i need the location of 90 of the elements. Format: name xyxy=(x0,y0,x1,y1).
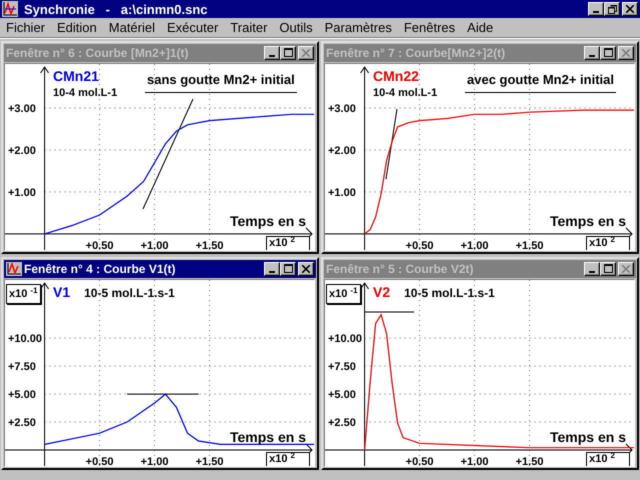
unit-label: 10-5 mol.L-1.s-1 xyxy=(84,286,175,300)
maximize-icon xyxy=(284,264,292,274)
minimize-icon xyxy=(589,54,595,57)
level-line-drawing xyxy=(364,311,414,312)
minimize-icon xyxy=(269,270,275,273)
unit-label: 10-4 mol.L-1 xyxy=(373,86,438,99)
window-title: Fenêtre n° 4 : Courbe V1(t) xyxy=(24,262,176,276)
close-button[interactable] xyxy=(618,46,634,60)
menu-item[interactable]: Traiter xyxy=(224,18,274,36)
axis-title: Temps en s xyxy=(230,212,306,229)
note-label: avec goutte Mn2+ initial xyxy=(465,72,616,93)
minimize-button[interactable] xyxy=(264,262,280,276)
maximize-button[interactable] xyxy=(600,262,616,276)
close-icon xyxy=(626,5,634,13)
tick-label: +1.00 xyxy=(460,240,488,250)
maximize-button[interactable] xyxy=(600,46,616,60)
tick-label: +0.50 xyxy=(406,240,434,250)
tick-label: +1.00 xyxy=(460,456,488,466)
tick-label: +7.50 xyxy=(8,360,36,373)
tick-label: +3.00 xyxy=(8,102,36,115)
maximize-icon xyxy=(284,48,292,58)
minimize-button[interactable] xyxy=(584,46,600,60)
unit-label: 10-5 mol.L-1.s-1 xyxy=(404,286,495,300)
unit-label: 10-4 mol.L-1 xyxy=(53,86,118,99)
minimize-icon xyxy=(589,270,595,273)
close-icon xyxy=(302,264,310,273)
window-title-bar[interactable]: Fenêtre n° 4 : Courbe V1(t) xyxy=(4,260,316,278)
window-title: Fenêtre n° 5 : Courbe V2t) xyxy=(326,262,474,276)
menu-item[interactable]: Matériel xyxy=(102,18,162,36)
minimize-button[interactable] xyxy=(588,2,604,16)
tick-label: +0.50 xyxy=(406,456,434,466)
tick-label: +5.00 xyxy=(8,388,36,401)
menu-item[interactable]: Paramètres xyxy=(318,18,398,36)
close-icon xyxy=(622,48,630,57)
tick-label: +3.00 xyxy=(328,102,356,115)
tick-label: +7.50 xyxy=(328,360,356,373)
menu-item[interactable]: Aide xyxy=(461,18,500,36)
tick-label: +0.50 xyxy=(86,240,114,250)
menu-item[interactable]: Exécuter xyxy=(161,18,224,36)
menu-item[interactable]: Edition xyxy=(51,18,103,36)
tick-label: +1.00 xyxy=(8,186,36,199)
minimize-icon xyxy=(593,11,599,13)
tick-label: +1.00 xyxy=(328,186,356,199)
tick-label: +1.00 xyxy=(140,456,168,466)
minimize-button[interactable] xyxy=(264,46,280,60)
maximize-icon xyxy=(604,264,612,274)
close-button[interactable] xyxy=(298,46,314,60)
tick-label: +1.50 xyxy=(516,456,544,466)
graph-icon xyxy=(6,262,22,276)
curve-name: V2 xyxy=(373,284,390,300)
scale-factor: x10 $^{-1}$ xyxy=(6,284,41,304)
window-title: Synchronie - a:\cinmn0.snc xyxy=(24,2,208,16)
tick-label: +0.50 xyxy=(86,456,114,466)
window-title: Fenêtre n° 6 : Courbe [Mn2+]1(t) xyxy=(6,46,190,60)
tick-label: +10.00 xyxy=(8,332,42,345)
tick-label: +2.50 xyxy=(8,416,36,429)
tick-label: +1.50 xyxy=(196,240,224,250)
curve-name: CMn22 xyxy=(373,68,420,84)
axis-title: Temps en s xyxy=(550,212,626,229)
curve-name: CMn21 xyxy=(53,68,100,84)
menu-item[interactable]: Fichier xyxy=(0,18,52,36)
restore-button[interactable] xyxy=(604,2,620,16)
axis-title: Temps en s xyxy=(550,428,626,445)
axis-title: Temps en s xyxy=(230,428,306,445)
note-label: sans goutte Mn2+ initial xyxy=(145,72,297,93)
tick-label: +2.50 xyxy=(328,416,356,429)
close-button[interactable] xyxy=(618,262,634,276)
close-button[interactable] xyxy=(622,2,638,16)
restore-icon xyxy=(608,4,616,14)
maximize-button[interactable] xyxy=(280,262,296,276)
tick-label: +5.00 xyxy=(328,388,356,401)
close-button[interactable] xyxy=(298,262,314,276)
minimize-button[interactable] xyxy=(584,262,600,276)
tick-label: +1.00 xyxy=(140,240,168,250)
maximize-button[interactable] xyxy=(280,46,296,60)
tick-label: +1.50 xyxy=(516,240,544,250)
tick-label: +1.50 xyxy=(196,456,224,466)
menu-item[interactable]: Outils xyxy=(273,18,319,36)
tangent-drawing xyxy=(386,108,398,180)
curve-name: V1 xyxy=(53,284,70,300)
tick-label: +2.00 xyxy=(8,144,36,157)
maximize-icon xyxy=(604,48,612,58)
close-icon xyxy=(302,48,310,57)
scale-factor: x10 $^{-1}$ xyxy=(326,284,361,304)
window-title: Fenêtre n° 7 : Courbe[Mn2+]2(t) xyxy=(326,46,506,60)
tick-label: +10.00 xyxy=(328,332,362,345)
menu-item[interactable]: Fenêtres xyxy=(398,18,462,36)
close-icon xyxy=(622,264,630,273)
tick-label: +2.00 xyxy=(328,144,356,157)
minimize-icon xyxy=(269,54,275,57)
